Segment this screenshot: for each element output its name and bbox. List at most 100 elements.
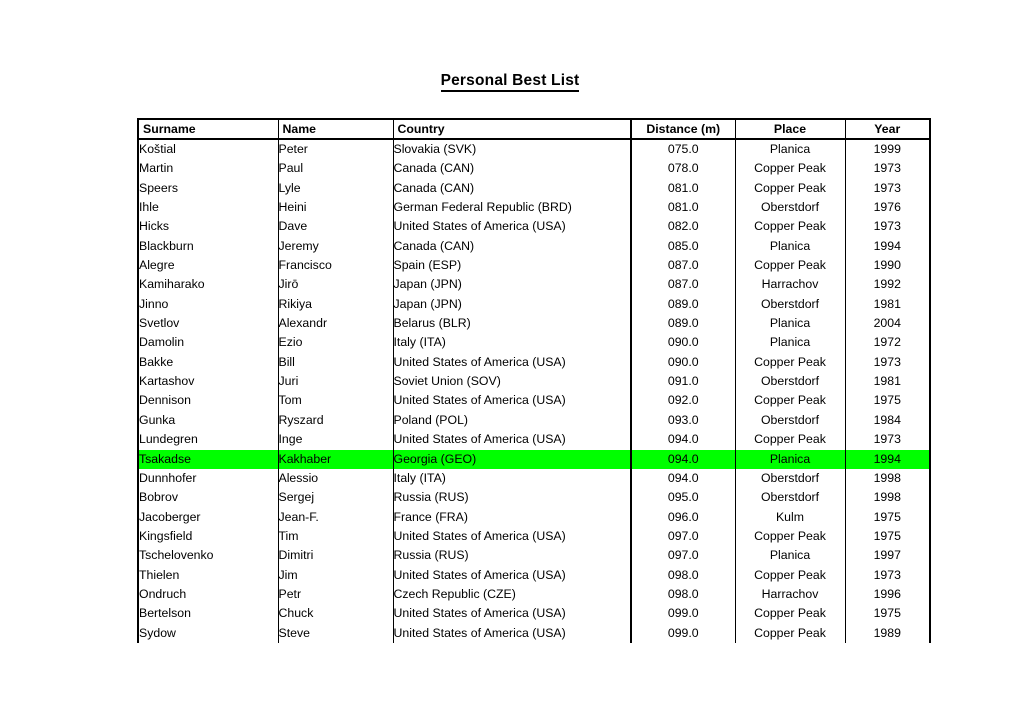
cell-country: France (FRA)	[392, 507, 631, 527]
table-row[interactable]: Svetlov Alexandr Belarus (BLR) 089.0 Planica…	[137, 314, 931, 334]
cell-name: Paul	[277, 159, 393, 179]
cell-place: Copper Peak	[734, 623, 845, 643]
cell-surname: Bertelson	[137, 604, 278, 624]
cell-country: United States of America (USA)	[392, 604, 631, 624]
table-row[interactable]: Tsakadse Kakhaber Georgia (GEO) 094.0 Planic…	[137, 449, 931, 469]
table-row[interactable]: Kamiharako Jirō Japan (JPN) 087.0 Harrachov 1…	[137, 275, 931, 295]
cell-place: Kulm	[734, 507, 845, 527]
table-row[interactable]: Sydow Steve United States of America (USA)…	[137, 623, 931, 643]
table-row[interactable]: Bobrov Sergej Russia (RUS) 095.0 Oberstdorf 1…	[137, 488, 931, 508]
cell-surname: Blackburn	[137, 236, 278, 257]
cell-place: Copper Peak	[734, 526, 845, 547]
cell-country: Slovakia (SVK)	[392, 139, 631, 160]
table-row[interactable]: Alegre Francisco Spain (ESP) 087.0 Copper Pe…	[137, 256, 931, 276]
cell-country: Italy (ITA)	[392, 333, 631, 353]
cell-country: United States of America (USA)	[392, 430, 631, 450]
table-row[interactable]: Bakke Bill United States of America (USA) 0…	[137, 352, 931, 373]
cell-year: 1973	[844, 430, 931, 450]
cell-year: 1976	[844, 198, 931, 218]
cell-place: Oberstdorf	[734, 488, 845, 508]
cell-distance: 081.0	[630, 178, 735, 199]
cell-year: 1998	[844, 468, 931, 489]
cell-year: 1973	[844, 565, 931, 585]
table-row[interactable]: Ihle Heini German Federal Republic (BRD) 08…	[137, 198, 931, 218]
cell-surname: Thielen	[137, 565, 278, 585]
cell-surname: Bobrov	[137, 488, 278, 508]
cell-distance: 090.0	[630, 333, 735, 353]
cell-place: Harrachov	[734, 584, 845, 605]
table-row[interactable]: Jinno Rikiya Japan (JPN) 089.0 Oberstdorf 198…	[137, 294, 931, 315]
table-row[interactable]: Martin Paul Canada (CAN) 078.0 Copper Peak 19…	[137, 159, 931, 179]
table-row[interactable]: Kingsfield Tim United States of America (U…	[137, 526, 931, 547]
cell-surname: Tschelovenko	[137, 546, 278, 566]
table-row[interactable]: Kartashov Juri Soviet Union (SOV) 091.0 Ober…	[137, 372, 931, 392]
table-row[interactable]: Gunka Ryszard Poland (POL) 093.0 Oberstdorf 1…	[137, 410, 931, 431]
cell-distance: 087.0	[630, 275, 735, 295]
cell-name: Chuck	[277, 604, 393, 624]
cell-name: Alessio	[277, 468, 393, 489]
table-row[interactable]: Koštial Peter Slovakia (SVK) 075.0 Planica 19…	[137, 139, 931, 160]
cell-year: 1990	[844, 256, 931, 276]
cell-country: Georgia (GEO)	[392, 449, 631, 469]
cell-distance: 094.0	[630, 468, 735, 489]
cell-year: 1989	[844, 623, 931, 643]
column-header-distance[interactable]: Distance (m)	[630, 118, 735, 140]
table-row[interactable]: Lundegren Inge United States of America (U…	[137, 430, 931, 450]
cell-surname: Kamiharako	[137, 275, 278, 295]
cell-surname: Tsakadse	[137, 449, 278, 469]
cell-surname: Koštial	[137, 139, 278, 160]
cell-surname: Ihle	[137, 198, 278, 218]
table-row[interactable]: Hicks Dave United States of America (USA) 0…	[137, 217, 931, 237]
table-row[interactable]: Dennison Tom United States of America (USA…	[137, 391, 931, 411]
table-row[interactable]: Thielen Jim United States of America (USA)…	[137, 565, 931, 585]
cell-country: German Federal Republic (BRD)	[392, 198, 631, 218]
cell-year: 1973	[844, 178, 931, 199]
cell-surname: Kingsfield	[137, 526, 278, 547]
cell-surname: Svetlov	[137, 314, 278, 334]
cell-place: Copper Peak	[734, 256, 845, 276]
table-row[interactable]: Bertelson Chuck United States of America (…	[137, 604, 931, 624]
cell-country: United States of America (USA)	[392, 352, 631, 373]
cell-year: 1984	[844, 410, 931, 431]
cell-place: Oberstdorf	[734, 410, 845, 431]
table-row[interactable]: Tschelovenko Dimitri Russia (RUS) 097.0 Plan…	[137, 546, 931, 566]
page-title: Personal Best List	[0, 72, 1020, 92]
cell-name: Jeremy	[277, 236, 393, 257]
cell-year: 1994	[844, 449, 931, 469]
cell-distance: 097.0	[630, 546, 735, 566]
cell-distance: 089.0	[630, 294, 735, 315]
table-row[interactable]: Ondruch Petr Czech Republic (CZE) 098.0 Harr…	[137, 584, 931, 605]
cell-country: United States of America (USA)	[392, 391, 631, 411]
cell-country: United States of America (USA)	[392, 623, 631, 643]
page-title-text: Personal Best List	[440, 72, 580, 92]
table-row[interactable]: Dunnhofer Alessio Italy (ITA) 094.0 Oberstdo…	[137, 468, 931, 489]
cell-country: Czech Republic (CZE)	[392, 584, 631, 605]
table-row[interactable]: Blackburn Jeremy Canada (CAN) 085.0 Planica 1…	[137, 236, 931, 257]
column-header-surname[interactable]: Surname	[137, 118, 278, 140]
column-header-place[interactable]: Place	[734, 118, 845, 140]
cell-place: Planica	[734, 139, 845, 160]
cell-name: Petr	[277, 584, 393, 605]
column-header-year[interactable]: Year	[844, 118, 931, 140]
cell-distance: 075.0	[630, 139, 735, 160]
table-row[interactable]: Jacoberger Jean-F. France (FRA) 096.0 Kulm 19…	[137, 507, 931, 527]
cell-distance: 078.0	[630, 159, 735, 179]
cell-year: 1981	[844, 294, 931, 315]
cell-year: 1973	[844, 352, 931, 373]
cell-year: 1975	[844, 526, 931, 547]
cell-place: Copper Peak	[734, 604, 845, 624]
cell-year: 1973	[844, 217, 931, 237]
column-header-name[interactable]: Name	[277, 118, 393, 140]
table-row[interactable]: Damolin Ezio Italy (ITA) 090.0 Planica 1972	[137, 333, 931, 353]
cell-name: Ryszard	[277, 410, 393, 431]
cell-name: Ezio	[277, 333, 393, 353]
cell-distance: 094.0	[630, 449, 735, 469]
table-header: Surname Name Country Distance (m) Place …	[137, 118, 931, 140]
table-header-row: Surname Name Country Distance (m) Place …	[137, 118, 931, 140]
cell-surname: Alegre	[137, 256, 278, 276]
table-row[interactable]: Speers Lyle Canada (CAN) 081.0 Copper Peak 19…	[137, 178, 931, 199]
cell-name: Peter	[277, 139, 393, 160]
cell-country: Soviet Union (SOV)	[392, 372, 631, 392]
column-header-country[interactable]: Country	[392, 118, 631, 140]
cell-name: Francisco	[277, 256, 393, 276]
